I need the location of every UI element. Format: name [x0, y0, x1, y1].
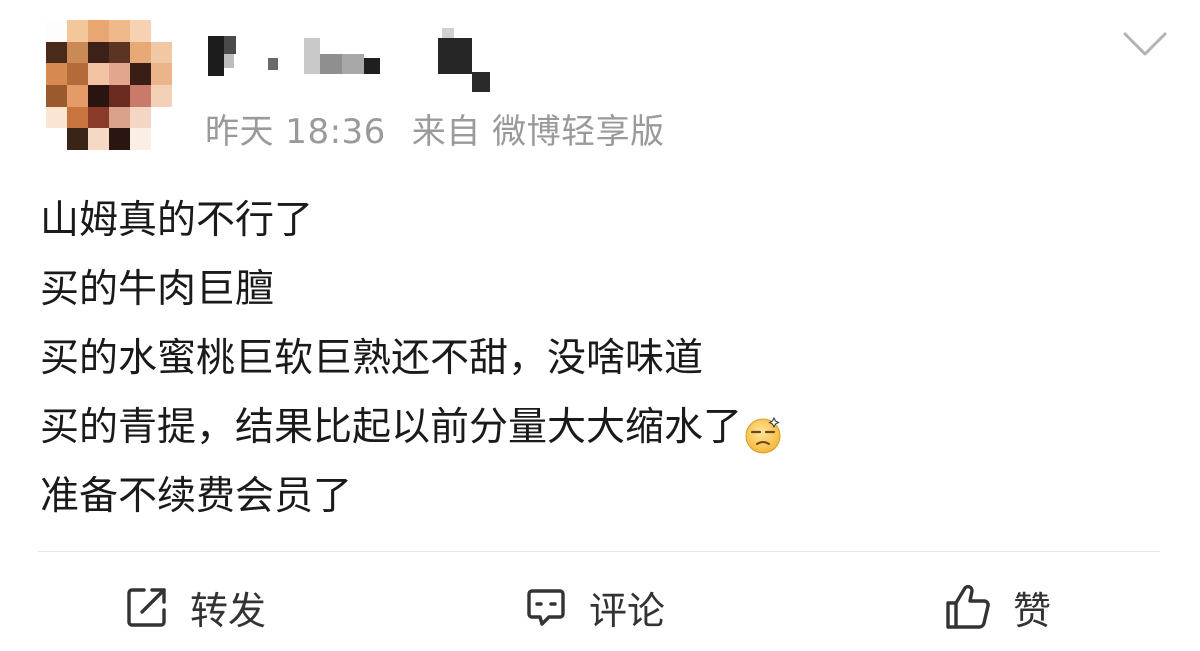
- comment-button[interactable]: 评论: [523, 582, 666, 633]
- post-text-line: 买的青提，结果比起以前分量大大缩水了: [40, 393, 1160, 462]
- repost-button[interactable]: 转发: [124, 582, 267, 633]
- like-button[interactable]: 赞: [943, 582, 1052, 633]
- repost-icon: [124, 584, 170, 630]
- comment-icon: [523, 584, 569, 630]
- divider: [38, 551, 1160, 552]
- post-text-line: 买的牛肉巨膻: [40, 267, 275, 312]
- post-text-line: 准备不续费会员了: [40, 474, 353, 519]
- post-text-line: 买的水蜜桃巨软巨熟还不甜，没啥味道: [40, 336, 704, 381]
- comment-label: 评论: [589, 588, 666, 633]
- action-bar: 转发 评论 赞: [0, 560, 1200, 651]
- dizzy-face-emoji-icon: [744, 408, 784, 453]
- avatar[interactable]: [46, 20, 172, 150]
- post-time: 昨天 18:36: [205, 112, 386, 152]
- post-text-line: 山姆真的不行了: [40, 198, 314, 243]
- post-source[interactable]: 来自 微博轻享版: [412, 112, 665, 152]
- post-meta: 昨天 18:36 来自 微博轻享版: [205, 104, 665, 153]
- post-content: 山姆真的不行了 买的牛肉巨膻 买的水蜜桃巨软巨熟还不甜，没啥味道 买的青提，结果…: [40, 186, 1160, 531]
- thumbs-up-icon: [943, 582, 993, 632]
- repost-label: 转发: [190, 588, 267, 633]
- post-text-line-text: 买的青提，结果比起以前分量大大缩水了: [40, 405, 743, 450]
- like-label: 赞: [1013, 588, 1052, 633]
- username-redacted[interactable]: [206, 28, 506, 98]
- weibo-post-card: 昨天 18:36 来自 微博轻享版 山姆真的不行了 买的牛肉巨膻 买的水蜜桃巨软巨…: [0, 0, 1200, 651]
- chevron-down-icon[interactable]: [1122, 30, 1168, 60]
